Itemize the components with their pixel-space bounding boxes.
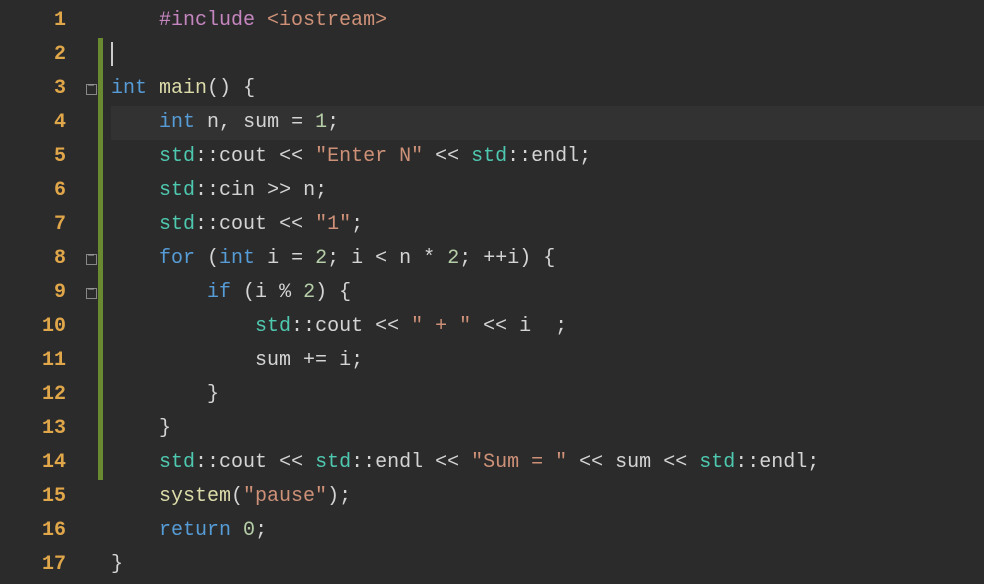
code-line: int main() {	[111, 72, 984, 106]
line-number: 13	[0, 412, 84, 446]
code-line	[111, 38, 984, 72]
code-line: for (int i = 2; i < n * 2; ++i) {	[111, 242, 984, 276]
code-line: std::cout << "Enter N" << std::endl;	[111, 140, 984, 174]
line-number: 17	[0, 548, 84, 582]
text-cursor	[111, 42, 113, 66]
code-line: int n, sum = 1;	[111, 106, 984, 140]
code-line: std::cout << " + " << i ;	[111, 310, 984, 344]
line-number: 1	[0, 4, 84, 38]
code-line: std::cin >> n;	[111, 174, 984, 208]
line-number-gutter: 1 2 3 4 5 6 7 8 9 10 11 12 13 14 15 16 1…	[0, 0, 84, 584]
line-number: 5	[0, 140, 84, 174]
line-number: 15	[0, 480, 84, 514]
code-line: std::cout << std::endl << "Sum = " << su…	[111, 446, 984, 480]
line-number: 7	[0, 208, 84, 242]
line-number: 11	[0, 344, 84, 378]
line-number: 10	[0, 310, 84, 344]
code-line: }	[111, 412, 984, 446]
code-line: }	[111, 378, 984, 412]
line-number: 6	[0, 174, 84, 208]
line-number: 4	[0, 106, 84, 140]
fold-column	[84, 0, 98, 584]
line-number: 12	[0, 378, 84, 412]
code-line: return 0;	[111, 514, 984, 548]
fold-toggle-icon[interactable]	[86, 254, 97, 265]
line-number: 14	[0, 446, 84, 480]
code-line: std::cout << "1";	[111, 208, 984, 242]
line-number: 9	[0, 276, 84, 310]
fold-toggle-icon[interactable]	[86, 84, 97, 95]
line-number: 16	[0, 514, 84, 548]
code-editor[interactable]: #include <iostream> int main() { int n, …	[103, 0, 984, 584]
code-line: sum += i;	[111, 344, 984, 378]
code-line: }	[111, 548, 984, 582]
line-number: 3	[0, 72, 84, 106]
code-line: system("pause");	[111, 480, 984, 514]
line-number: 8	[0, 242, 84, 276]
code-line: if (i % 2) {	[111, 276, 984, 310]
fold-toggle-icon[interactable]	[86, 288, 97, 299]
code-line: #include <iostream>	[111, 4, 984, 38]
line-number: 2	[0, 38, 84, 72]
